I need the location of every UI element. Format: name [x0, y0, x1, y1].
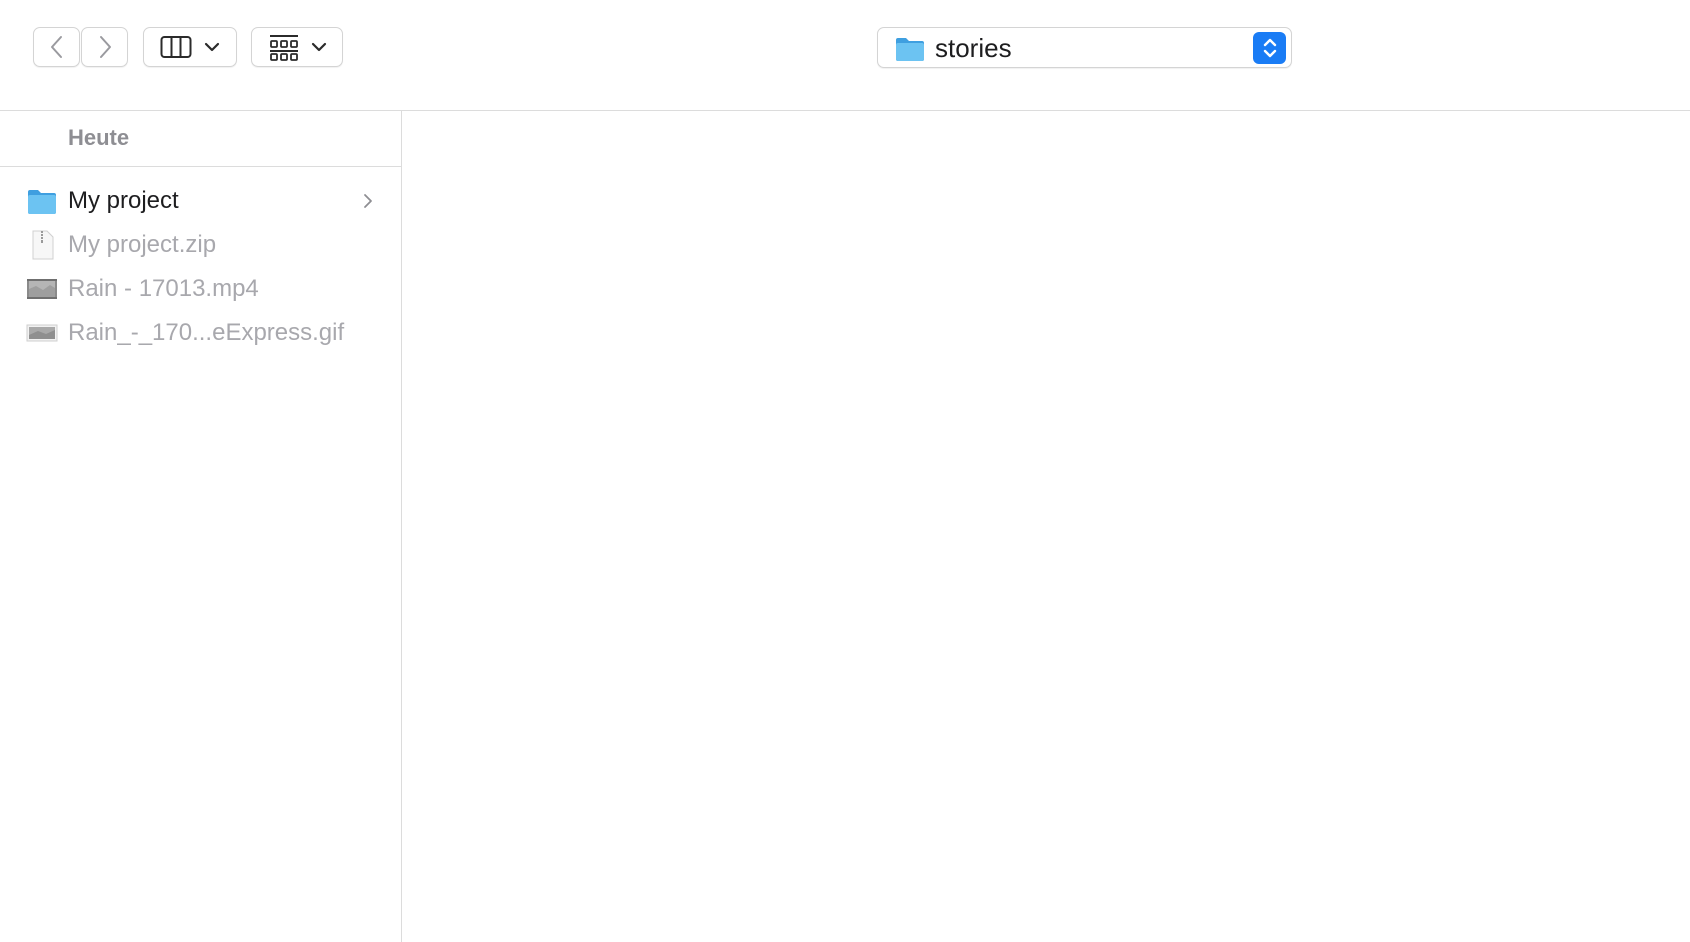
- view-mode-button[interactable]: [143, 27, 237, 67]
- column-header: Heute: [0, 111, 401, 167]
- image-file-icon: [26, 324, 58, 342]
- preview-pane: [402, 111, 1690, 942]
- file-name: My project: [68, 187, 179, 214]
- video-file-icon: [27, 279, 57, 299]
- grid-group-icon: [269, 35, 298, 61]
- location-stepper[interactable]: [1253, 32, 1286, 64]
- file-name: Rain - 17013.mp4: [68, 275, 259, 302]
- file-name: Rain_-_170...eExpress.gif: [68, 319, 345, 346]
- zip-file-icon: [32, 230, 54, 260]
- list-item: Rain_-_170...eExpress.gif: [0, 311, 401, 355]
- group-button[interactable]: [251, 27, 343, 67]
- chevron-right-icon: [364, 194, 372, 208]
- back-button[interactable]: [33, 27, 80, 67]
- forward-button[interactable]: [81, 27, 128, 67]
- folder-icon: [896, 38, 924, 61]
- chevron-left-icon: [50, 36, 62, 58]
- chevron-right-icon: [99, 36, 111, 58]
- toolbar: stories: [0, 0, 1690, 111]
- folder-icon: [28, 190, 56, 214]
- location-popup[interactable]: stories: [877, 27, 1292, 68]
- up-down-chevron-icon: [1263, 38, 1276, 58]
- file-column: Heute My project My project.zip Rain - 1…: [0, 111, 402, 942]
- column-view-icon: [160, 36, 192, 58]
- location-label: stories: [935, 33, 1012, 63]
- list-item[interactable]: My project: [0, 179, 401, 223]
- chevron-down-icon: [311, 42, 326, 52]
- section-heading: Heute: [68, 125, 130, 150]
- list-item: Rain - 17013.mp4: [0, 267, 401, 311]
- file-dialog-window: stories Heute My project My project.zip …: [0, 0, 1690, 942]
- list-item: My project.zip: [0, 223, 401, 267]
- chevron-down-icon: [204, 42, 220, 52]
- file-name: My project.zip: [68, 231, 217, 258]
